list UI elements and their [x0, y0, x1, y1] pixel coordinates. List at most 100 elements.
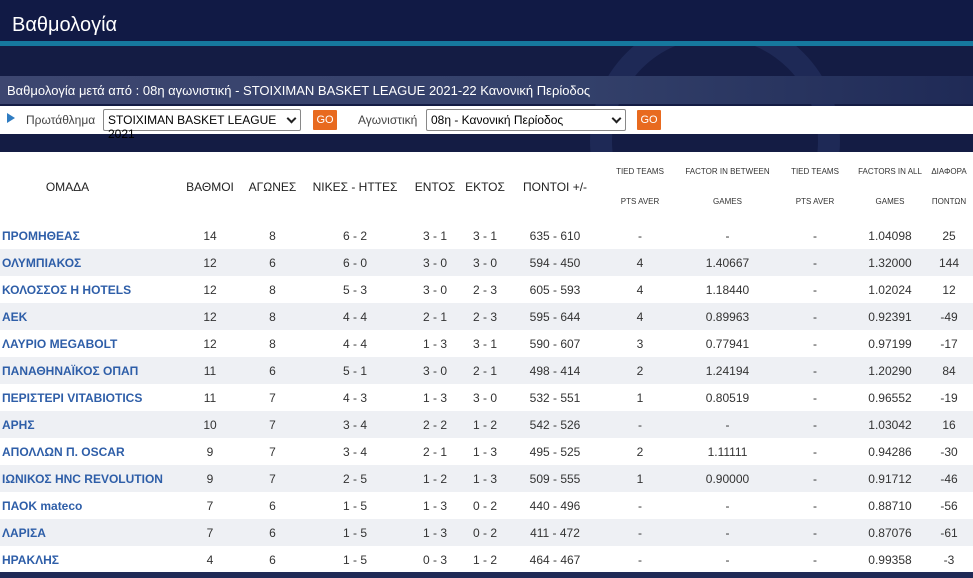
- cell-tied-pts-aver-2: -: [813, 498, 817, 513]
- cell-wins-losses: 1 - 5: [342, 552, 367, 567]
- cell-tied-pts-aver: 2: [636, 444, 644, 459]
- cell-tied-pts-aver: 1: [600, 465, 680, 492]
- cell-tied-pts-aver: -: [638, 552, 642, 567]
- cell-home: 3 - 1: [422, 228, 447, 243]
- round-go-button[interactable]: GO: [637, 110, 661, 130]
- cell-wins-losses: 3 - 4: [300, 411, 410, 438]
- cell-tied-pts-aver: 2: [600, 357, 680, 384]
- cell-away: 1 - 3: [472, 444, 497, 459]
- col-away: ΕΚΤΟΣ: [465, 180, 505, 194]
- cell-wins-losses: 6 - 2: [342, 228, 367, 243]
- round-select[interactable]: 08η - Κανονική Περίοδος: [426, 109, 626, 131]
- cell-diff: 144: [925, 249, 973, 276]
- cell-games: 6: [269, 552, 276, 567]
- cell-team[interactable]: ΗΡΑΚΛΗΣ: [0, 546, 175, 573]
- cell-team[interactable]: ΛΑΡΙΣΑ: [0, 519, 175, 546]
- championship-select[interactable]: STOIXIMAN BASKET LEAGUE 2021: [103, 109, 301, 141]
- header-panel: Βαθμολογία μετά από : 08η αγωνιστική - S…: [0, 46, 973, 152]
- cell-games: 8: [245, 303, 300, 330]
- cell-team[interactable]: ΛΑΥΡΙΟ MEGABOLT: [0, 330, 175, 357]
- cell-team[interactable]: ΠΑΟΚ mateco: [0, 492, 175, 519]
- cell-wins-losses: 6 - 0: [300, 249, 410, 276]
- cell-tied-pts-aver-2: -: [813, 552, 817, 567]
- cell-tied-pts-aver-2: -: [813, 282, 817, 297]
- standings-table: ΟΜΑΔΑ ΒΑΘΜΟΙ ΑΓΩΝΕΣ ΝΙΚΕΣ - ΗΤΤΕΣ ΕΝΤΟΣ …: [0, 152, 973, 573]
- table-row: ΠΑΝΑΘΗΝΑΪΚΟΣ ΟΠΑΠ 11 6 5 - 13 - 02 - 1 498 -…: [0, 357, 973, 384]
- cell-wins-losses: 5 - 1: [300, 357, 410, 384]
- cell-diff: -17: [940, 336, 958, 351]
- cell-tied-pts-aver: 4: [600, 303, 680, 330]
- col-tied-pts-aver-2-line2: PTS AVER: [795, 197, 835, 206]
- cell-team[interactable]: ΑΕΚ: [0, 303, 175, 330]
- cell-team[interactable]: ΠΡΟΜΗΘΕΑΣ: [0, 222, 175, 249]
- cell-games: 6: [245, 249, 300, 276]
- cell-home: 2 - 1: [410, 303, 460, 330]
- cell-points: 9: [206, 444, 214, 459]
- cell-away: 1 - 2: [460, 411, 510, 438]
- cell-away: 0 - 2: [472, 498, 497, 513]
- subtitle-strip: Βαθμολογία μετά από : 08η αγωνιστική - S…: [0, 76, 973, 104]
- standings-body: ΠΡΟΜΗΘΕΑΣ 14 8 6 - 23 - 13 - 1 635 - 610- - -1…: [0, 222, 973, 573]
- cell-points: 7: [206, 498, 214, 513]
- col-points-diff: ΠΟΝΤΟΙ +/-: [522, 180, 588, 194]
- cell-home: 1 - 3: [422, 336, 447, 351]
- cell-wins-losses: 1 - 5: [342, 498, 367, 513]
- cell-diff: -61: [925, 519, 973, 546]
- cell-wins-losses: 5 - 3: [342, 282, 367, 297]
- cell-home: 3 - 0: [410, 249, 460, 276]
- cell-factor-between: 0.80519: [705, 390, 750, 405]
- cell-home: 1 - 2: [410, 465, 460, 492]
- cell-points: 12: [203, 282, 217, 297]
- col-team: ΟΜΑΔΑ: [45, 180, 90, 194]
- cell-games: 7: [269, 390, 276, 405]
- cell-points-diff: 464 - 467: [529, 552, 581, 567]
- cell-team[interactable]: ΠΑΝΑΘΗΝΑΪΚΟΣ ΟΠΑΠ: [0, 357, 175, 384]
- col-diff: ΔΙΑΦΟΡΑ ΠΟΝΤΩΝ: [925, 152, 973, 222]
- cell-team[interactable]: ΑΠΟΛΛΩΝ Π. OSCAR: [0, 438, 175, 465]
- cell-factor-between: 1.24194: [680, 357, 775, 384]
- cell-points: 9: [175, 465, 245, 492]
- cell-points-diff: 594 - 450: [510, 249, 600, 276]
- cell-team[interactable]: ΠΕΡΙΣΤΕΡΙ VITABIOTICS: [0, 384, 175, 411]
- cell-factor-between: 0.90000: [680, 465, 775, 492]
- col-diff-line1: ΔΙΑΦΟΡΑ: [931, 167, 967, 176]
- cell-factor-between: -: [725, 552, 730, 567]
- cell-team[interactable]: ΑΡΗΣ: [0, 411, 175, 438]
- cell-factor-all: 0.92391: [855, 303, 925, 330]
- championship-go-button[interactable]: GO: [313, 110, 337, 130]
- cell-points-diff: 440 - 496: [529, 498, 581, 513]
- cell-team[interactable]: ΙΩΝΙΚΟΣ HNC REVOLUTION: [0, 465, 175, 492]
- cell-factor-between: 1.11111: [707, 444, 748, 459]
- cell-wins-losses: 1 - 5: [300, 519, 410, 546]
- col-factor-all: FACTORS IN ALL GAMES: [855, 152, 925, 222]
- cell-team[interactable]: ΟΛΥΜΠΙΑΚΟΣ: [0, 249, 175, 276]
- cell-games: 8: [269, 282, 276, 297]
- cell-home: 1 - 3: [422, 498, 447, 513]
- cell-tied-pts-aver-2: -: [775, 303, 855, 330]
- col-games: ΑΓΩΝΕΣ: [248, 180, 297, 194]
- cell-tied-pts-aver-2: -: [775, 249, 855, 276]
- cell-away: 3 - 0: [460, 249, 510, 276]
- cell-home: 3 - 0: [410, 357, 460, 384]
- cell-points-diff: 590 - 607: [529, 336, 581, 351]
- chevron-down-icon: [286, 113, 297, 124]
- cell-tied-pts-aver-2: -: [775, 411, 855, 438]
- title-bar: Βαθμολογία: [0, 0, 973, 46]
- cell-factor-all: 1.04098: [868, 228, 912, 243]
- cell-factor-all: 0.94286: [868, 444, 912, 459]
- col-home: ΕΝΤΟΣ: [414, 180, 456, 194]
- cell-away: 1 - 2: [472, 552, 497, 567]
- table-row: ΑΠΟΛΛΩΝ Π. OSCAR 9 7 3 - 4 2 - 1 1 - 3 495 - 5…: [0, 438, 973, 465]
- cell-diff: -56: [940, 498, 958, 513]
- cell-home: 2 - 1: [422, 444, 447, 459]
- cell-points-diff: 635 - 610: [529, 228, 581, 243]
- table-row: ΠΕΡΙΣΤΕΡΙ VITABIOTICS 11 7 4 - 3 1 - 3 3 - 0 5…: [0, 384, 973, 411]
- table-header-row: ΟΜΑΔΑ ΒΑΘΜΟΙ ΑΓΩΝΕΣ ΝΙΚΕΣ - ΗΤΤΕΣ ΕΝΤΟΣ …: [0, 152, 973, 222]
- cell-tied-pts-aver-2: -: [775, 465, 855, 492]
- cell-away: 2 - 1: [460, 357, 510, 384]
- col-tied-pts-aver: TIED TEAMS PTS AVER: [600, 152, 680, 222]
- cell-team[interactable]: ΚΟΛΟΣΣΟΣ Η HOTELS: [0, 276, 175, 303]
- table-row: ΑΡΗΣ 10 7 3 - 42 - 21 - 2 542 - 526- - -1.0304…: [0, 411, 973, 438]
- cell-points: 4: [206, 552, 214, 567]
- cell-away: 2 - 3: [460, 303, 510, 330]
